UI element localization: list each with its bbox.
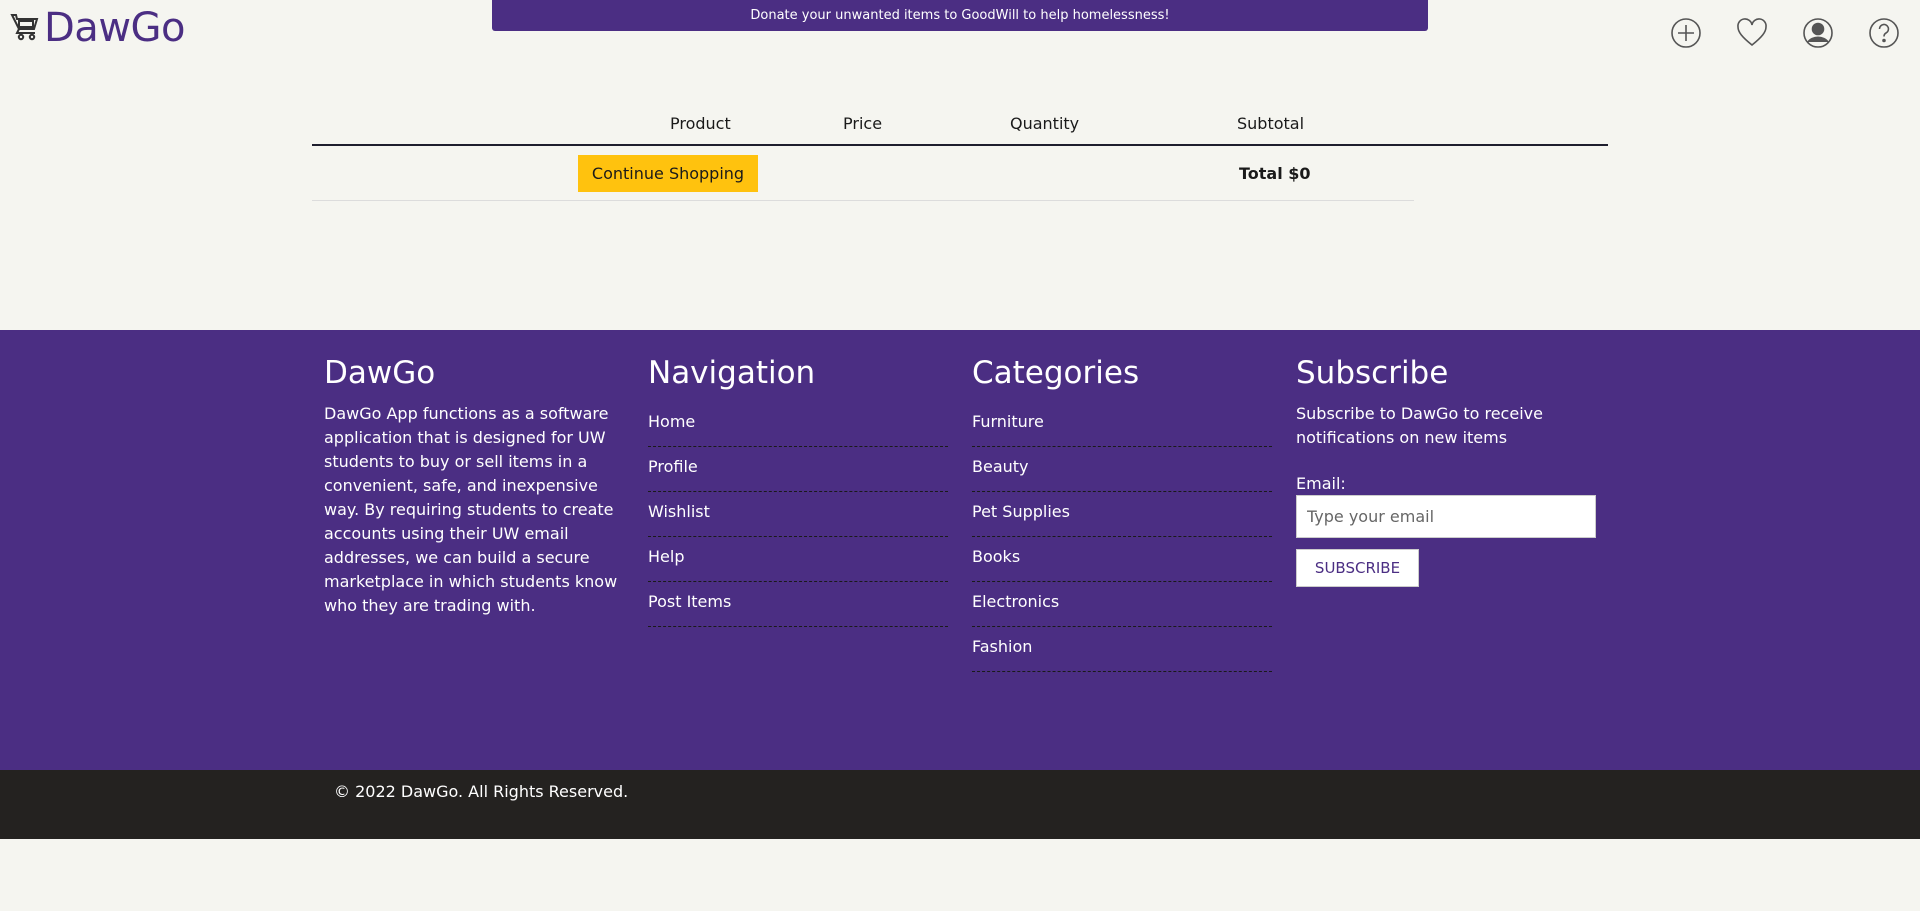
- add-icon[interactable]: [1670, 16, 1702, 50]
- footer-link-wishlist[interactable]: Wishlist: [648, 492, 948, 537]
- cart-table: Product Price Quantity Subtotal Continue…: [312, 104, 1608, 201]
- announcement-banner: Donate your unwanted items to GoodWill t…: [492, 0, 1428, 31]
- footer-about-text: DawGo App functions as a software applic…: [324, 404, 618, 615]
- copyright-bar: © 2022 DawGo. All Rights Reserved.: [0, 770, 1920, 839]
- heart-icon[interactable]: [1736, 16, 1768, 50]
- subscribe-button[interactable]: SUBSCRIBE: [1296, 549, 1419, 587]
- email-field[interactable]: [1296, 495, 1596, 538]
- continue-shopping-button[interactable]: Continue Shopping: [578, 155, 758, 192]
- cart-total: Total $0: [1239, 164, 1311, 183]
- footer-categories-title: Categories: [972, 355, 1140, 391]
- category-link-electronics[interactable]: Electronics: [972, 582, 1272, 627]
- footer-subscribe: Subscribe Subscribe to DawGo to receive …: [1296, 352, 1596, 587]
- column-quantity: Quantity: [1010, 114, 1080, 133]
- cart-summary-row: Continue Shopping Total $0: [312, 146, 1414, 201]
- footer-subscribe-title: Subscribe: [1296, 355, 1449, 391]
- column-subtotal: Subtotal: [1237, 114, 1305, 133]
- category-link-furniture[interactable]: Furniture: [972, 402, 1272, 447]
- footer-link-profile[interactable]: Profile: [648, 447, 948, 492]
- category-link-beauty[interactable]: Beauty: [972, 447, 1272, 492]
- footer-navigation: Navigation Home Profile Wishlist Help Po…: [648, 352, 948, 627]
- category-link-books[interactable]: Books: [972, 537, 1272, 582]
- footer-link-post-items[interactable]: Post Items: [648, 582, 948, 627]
- email-label: Email:: [1296, 474, 1346, 493]
- column-price: Price: [843, 114, 883, 133]
- column-product: Product: [670, 114, 731, 133]
- top-icon-bar: [1670, 16, 1900, 50]
- logo-text: DawGo: [44, 5, 186, 51]
- footer-navigation-title: Navigation: [648, 355, 816, 391]
- footer-about-title: DawGo: [324, 355, 436, 391]
- cart-icon: [10, 10, 42, 46]
- footer-link-help[interactable]: Help: [648, 537, 948, 582]
- help-icon[interactable]: [1868, 16, 1900, 50]
- logo[interactable]: DawGo: [10, 5, 186, 51]
- user-icon[interactable]: [1802, 16, 1834, 50]
- cart-header: Product Price Quantity Subtotal: [312, 104, 1608, 146]
- copyright-text: © 2022 DawGo. All Rights Reserved.: [334, 782, 629, 801]
- footer: DawGo DawGo App functions as a software …: [0, 330, 1920, 770]
- category-link-fashion[interactable]: Fashion: [972, 627, 1272, 672]
- footer-link-home[interactable]: Home: [648, 402, 948, 447]
- subscribe-description: Subscribe to DawGo to receive notificati…: [1296, 404, 1543, 447]
- footer-categories: Categories Furniture Beauty Pet Supplies…: [972, 352, 1272, 672]
- category-link-pet-supplies[interactable]: Pet Supplies: [972, 492, 1272, 537]
- footer-about: DawGo DawGo App functions as a software …: [324, 352, 624, 618]
